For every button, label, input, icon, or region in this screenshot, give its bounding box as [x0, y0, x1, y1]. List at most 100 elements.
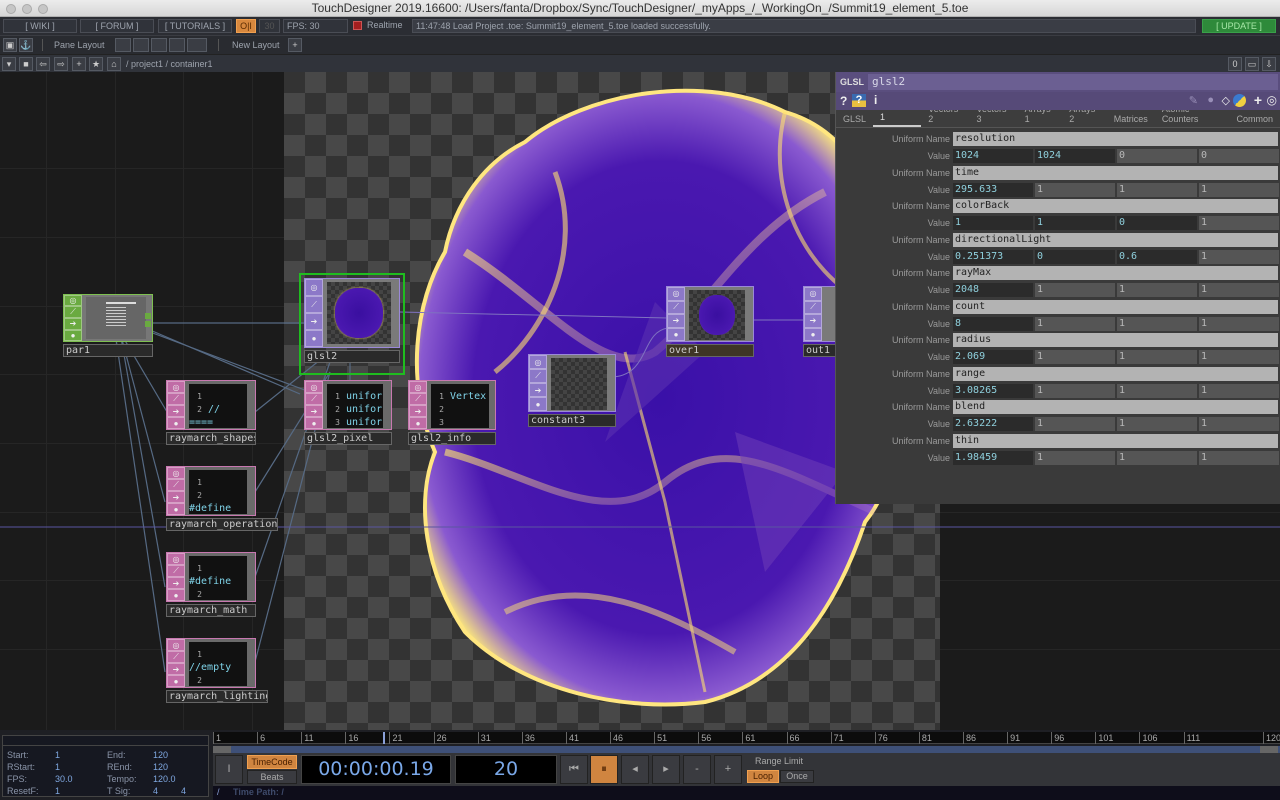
uniform-value-2[interactable]: 0 [1117, 216, 1197, 230]
node-constant3[interactable]: ◎ ⟋ ➔ ● constant3 [528, 354, 616, 427]
uniform-value-0[interactable]: 1024 [953, 149, 1033, 163]
viewer-icon[interactable]: ◎ [409, 381, 427, 393]
uniform-value-3[interactable]: 1 [1199, 383, 1279, 398]
lock-icon[interactable]: ● [167, 503, 185, 515]
node-label[interactable]: raymarch_lighting [166, 690, 268, 703]
bypass-icon[interactable]: ⟋ [167, 479, 185, 491]
uniform-name-field[interactable]: resolution [953, 132, 1278, 146]
uniform-value-2[interactable]: 0.6 [1117, 249, 1197, 264]
uniform-value-0[interactable]: 2.069 [953, 350, 1033, 364]
bypass-icon[interactable]: ⟋ [667, 300, 685, 314]
forum-button[interactable]: [ FORUM ] [80, 19, 154, 33]
close-window-button[interactable] [6, 4, 16, 14]
lock-icon[interactable]: ● [804, 327, 822, 341]
lock-icon[interactable]: ● [305, 330, 323, 347]
bypass-icon[interactable]: ⟋ [167, 565, 185, 577]
uniform-value-2[interactable]: 1 [1117, 283, 1197, 297]
viewer-icon[interactable]: ◎ [167, 553, 185, 565]
tsig-denominator[interactable]: 4 [181, 786, 186, 796]
once-toggle[interactable]: Once [780, 770, 814, 783]
back-arrow-icon[interactable]: ⇦ [36, 57, 50, 71]
step-forward-icon[interactable]: ▸ [652, 755, 680, 784]
viewer-icon[interactable]: ◎ [167, 381, 185, 393]
menu-arrow-icon[interactable]: ▾ [2, 57, 16, 71]
uniform-name-field[interactable]: radius [953, 333, 1278, 347]
bypass-icon[interactable]: ⟋ [529, 369, 547, 383]
node-label[interactable]: glsl2_pixel [304, 432, 392, 445]
fps-value[interactable]: 30.0 [55, 774, 73, 784]
uniform-value-3[interactable]: 1 [1199, 316, 1279, 331]
uniform-name-field[interactable]: thin [953, 433, 1278, 448]
viewer-icon[interactable]: ◎ [529, 355, 547, 369]
cook-icon[interactable]: ➔ [167, 577, 185, 589]
node-raymarch-operations[interactable]: ◎⟋➔● 1 2#define 3 raymarch_operations [166, 466, 278, 531]
lock-icon[interactable]: ● [167, 417, 185, 429]
viewer-icon[interactable]: ◎ [804, 287, 822, 301]
cook-icon[interactable]: ➔ [305, 405, 323, 417]
rend-value[interactable]: 120 [153, 762, 168, 772]
node-label[interactable]: glsl2_info [408, 432, 496, 445]
home-icon[interactable]: ⌂ [107, 57, 121, 71]
uniform-value-0[interactable]: 8 [953, 316, 1033, 331]
uniform-name-field[interactable]: directionalLight [953, 232, 1278, 247]
start-value[interactable]: 1 [55, 750, 60, 760]
viewer-icon[interactable]: ◎ [305, 381, 323, 393]
uniform-value-3[interactable]: 1 [1199, 350, 1279, 364]
step-back-icon[interactable]: ◂ [621, 755, 649, 784]
update-button[interactable]: [ UPDATE ] [1202, 19, 1276, 33]
uniform-value-1[interactable]: 1 [1035, 216, 1115, 230]
wiki-button[interactable]: [ WIKI ] [3, 19, 77, 33]
tab-matrices[interactable]: Matrices [1107, 114, 1155, 127]
uniform-name-field[interactable]: blend [953, 400, 1278, 414]
cook-icon[interactable]: ➔ [529, 383, 547, 397]
add-icon[interactable]: + [1254, 92, 1262, 108]
node-label[interactable]: glsl2 [304, 350, 400, 363]
node-label[interactable]: constant3 [528, 414, 616, 427]
uniform-name-field[interactable]: range [953, 366, 1278, 381]
node-raymarch-shapes[interactable]: ◎⟋➔● 1 2// ==== 3float s raymarch_shapes [166, 380, 256, 445]
pin-icon[interactable]: ⇩ [1262, 57, 1276, 71]
uniform-value-3[interactable]: 1 [1199, 182, 1279, 197]
viewer-icon[interactable]: ▣ [3, 38, 17, 52]
layout-three-button[interactable] [169, 38, 185, 52]
bypass-icon[interactable]: ⟋ [64, 306, 82, 319]
layout-split-v-button[interactable] [133, 38, 149, 52]
cook-icon[interactable]: ➔ [167, 491, 185, 503]
anchor-icon[interactable]: ⚓ [19, 38, 33, 52]
cook-icon[interactable]: ➔ [305, 313, 323, 330]
operator-name-field[interactable]: glsl2 [868, 74, 1278, 90]
help-icon[interactable]: ? [840, 94, 847, 108]
stop-icon[interactable]: ■ [19, 57, 33, 71]
python-help-icon[interactable]: ? [852, 94, 866, 107]
zoom-window-button[interactable] [38, 4, 48, 14]
rstart-value[interactable]: 1 [55, 762, 60, 772]
uniform-value-2[interactable]: 1 [1117, 350, 1197, 364]
bypass-icon[interactable]: ⟋ [305, 296, 323, 313]
minimize-window-button[interactable] [22, 4, 32, 14]
uniform-value-0[interactable]: 0.251373 [953, 249, 1033, 264]
viewer-icon[interactable]: ◎ [667, 287, 685, 301]
viewer-icon[interactable]: ◎ [305, 279, 323, 296]
cook-icon[interactable]: ➔ [667, 314, 685, 328]
node-raymarch-lighting[interactable]: ◎⟋➔● 1//empty 2 3 raymarch_lighting [166, 638, 268, 703]
slower-button[interactable]: - [683, 755, 711, 784]
uniform-value-1[interactable]: 1 [1035, 182, 1115, 197]
node-glsl2[interactable]: ◎ ⟋ ➔ ● glsl2 [304, 278, 400, 368]
loop-toggle[interactable]: Loop [747, 770, 779, 783]
node-raymarch-math[interactable]: ◎⟋➔● 1#define 2#define 3 raymarch_math [166, 552, 256, 617]
node-label[interactable]: raymarch_operations [166, 518, 278, 531]
tutorials-button[interactable]: [ TUTORIALS ] [158, 19, 232, 33]
uniform-value-2[interactable]: 1 [1117, 450, 1197, 465]
range-scrollbar[interactable] [213, 746, 1280, 753]
uniform-value-2[interactable]: 0 [1117, 149, 1197, 163]
comment-icon[interactable]: ● [1207, 94, 1214, 106]
frame-display[interactable]: 20 [455, 755, 557, 784]
uniform-value-1[interactable]: 1 [1035, 417, 1115, 431]
cursor-icon[interactable]: I [215, 755, 243, 784]
edit-pencil-icon[interactable]: ✎ [1189, 94, 1198, 107]
bypass-icon[interactable]: ⟋ [305, 393, 323, 405]
add-icon[interactable]: + [72, 57, 86, 71]
uniform-value-3[interactable]: 1 [1199, 450, 1279, 465]
uniform-value-2[interactable]: 1 [1117, 417, 1197, 431]
uniform-value-1[interactable]: 1 [1035, 350, 1115, 364]
